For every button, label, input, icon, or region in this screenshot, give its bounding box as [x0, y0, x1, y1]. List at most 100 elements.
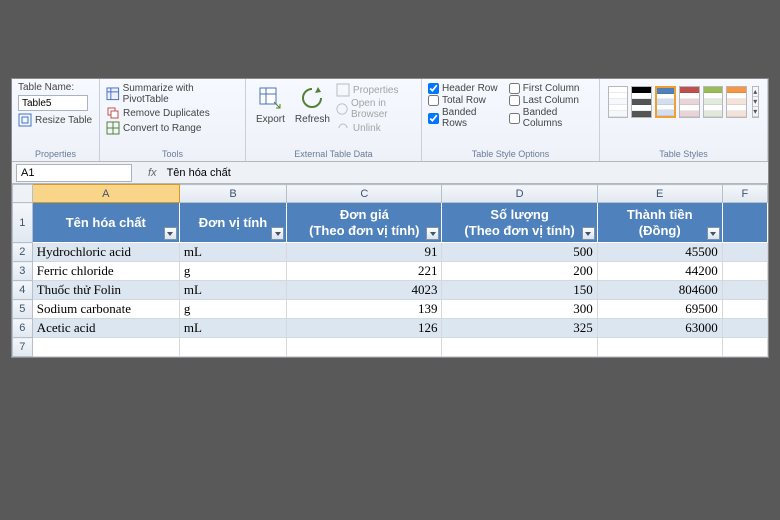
cell[interactable]: mL — [179, 319, 286, 338]
remove-duplicates-button[interactable]: Remove Duplicates — [106, 106, 239, 120]
cell[interactable]: 804600 — [597, 281, 722, 300]
resize-table-button[interactable]: Resize Table — [18, 113, 93, 127]
cell[interactable] — [32, 338, 179, 357]
banded-rows-checkbox[interactable]: Banded Rows — [428, 107, 499, 129]
export-button[interactable]: Export — [252, 82, 289, 136]
chevron-icon[interactable]: ▾ — [753, 97, 759, 107]
style-gallery-scroll[interactable]: ▴▾▾ — [752, 86, 760, 118]
cell[interactable]: 91 — [287, 243, 442, 262]
table-style-thumb[interactable] — [631, 86, 651, 118]
row-header[interactable]: 3 — [13, 262, 33, 281]
select-all-corner[interactable] — [13, 185, 33, 203]
table-style-thumb[interactable] — [655, 86, 676, 118]
cell[interactable]: mL — [179, 243, 286, 262]
cell[interactable]: 139 — [287, 300, 442, 319]
remove-dup-label: Remove Duplicates — [123, 108, 210, 119]
filter-icon[interactable] — [426, 227, 439, 240]
filter-icon[interactable] — [707, 227, 720, 240]
cell[interactable]: 221 — [287, 262, 442, 281]
header-row-label: Header Row — [442, 83, 498, 94]
row-header[interactable]: 5 — [13, 300, 33, 319]
banded-cols-label: Banded Columns — [523, 107, 593, 129]
cell[interactable]: 44200 — [597, 262, 722, 281]
table-header-cell[interactable]: Đơn vị tính — [179, 203, 286, 243]
banded-columns-checkbox[interactable]: Banded Columns — [509, 107, 593, 129]
cell[interactable]: mL — [179, 281, 286, 300]
column-header[interactable]: A — [32, 185, 179, 203]
table-style-thumb[interactable] — [703, 86, 723, 118]
table-name-input[interactable] — [18, 95, 88, 111]
convert-range-button[interactable]: Convert to Range — [106, 121, 239, 135]
cell[interactable]: 126 — [287, 319, 442, 338]
cell[interactable]: Acetic acid — [32, 319, 179, 338]
column-header[interactable]: D — [442, 185, 597, 203]
cell[interactable]: 200 — [442, 262, 597, 281]
cell[interactable]: g — [179, 262, 286, 281]
cell[interactable] — [722, 243, 767, 262]
formula-value: Tên hóa chất — [167, 167, 231, 179]
unlink-label: Unlink — [353, 123, 381, 134]
row-header[interactable]: 4 — [13, 281, 33, 300]
table-header-cell[interactable]: Đơn giá(Theo đơn vị tính) — [287, 203, 442, 243]
table-header-cell[interactable]: Thành tiền(Đồng) — [597, 203, 722, 243]
formula-input[interactable]: Tên hóa chất — [163, 167, 768, 179]
row-header[interactable]: 7 — [13, 338, 33, 357]
open-browser-label: Open in Browser — [351, 98, 415, 120]
cell[interactable]: Sodium carbonate — [32, 300, 179, 319]
refresh-button[interactable]: Refresh — [291, 82, 334, 136]
spreadsheet-grid[interactable]: ABCDEF 1Tên hóa chấtĐơn vị tínhĐơn giá(Th… — [12, 184, 768, 357]
total-row-checkbox[interactable]: Total Row — [428, 95, 499, 106]
table-header-cell[interactable] — [722, 203, 767, 243]
refresh-label: Refresh — [295, 114, 330, 125]
table-style-thumb[interactable] — [608, 86, 628, 118]
cell[interactable] — [722, 319, 767, 338]
table-style-thumb[interactable] — [726, 86, 746, 118]
column-header[interactable]: F — [722, 185, 767, 203]
cell[interactable] — [597, 338, 722, 357]
summarize-pivot-button[interactable]: Summarize with PivotTable — [106, 83, 239, 105]
cell[interactable]: g — [179, 300, 286, 319]
cell[interactable]: Thuốc thử Folin — [32, 281, 179, 300]
cell[interactable]: 325 — [442, 319, 597, 338]
row-header[interactable]: 2 — [13, 243, 33, 262]
cell[interactable]: Hydrochloric acid — [32, 243, 179, 262]
column-header[interactable]: E — [597, 185, 722, 203]
chevron-icon[interactable]: ▴ — [753, 87, 759, 97]
cell[interactable] — [442, 338, 597, 357]
filter-icon[interactable] — [582, 227, 595, 240]
filter-icon[interactable] — [164, 227, 177, 240]
cell[interactable] — [722, 262, 767, 281]
table-style-thumb[interactable] — [679, 86, 699, 118]
table-header-cell[interactable]: Tên hóa chất — [32, 203, 179, 243]
column-header[interactable]: C — [287, 185, 442, 203]
cell[interactable] — [722, 338, 767, 357]
fx-icon[interactable]: fx — [148, 167, 157, 179]
cell[interactable]: 500 — [442, 243, 597, 262]
row-header[interactable]: 6 — [13, 319, 33, 338]
ribbon-group-properties: Table Name: Resize Table Properties — [12, 79, 100, 161]
cell[interactable] — [722, 300, 767, 319]
header-row-checkbox[interactable]: Header Row — [428, 83, 499, 94]
cell[interactable]: 4023 — [287, 281, 442, 300]
table-styles-gallery: ▴▾▾ — [606, 82, 761, 148]
name-box[interactable]: A1 — [16, 164, 132, 182]
cell[interactable]: 300 — [442, 300, 597, 319]
cell[interactable]: Ferric chloride — [32, 262, 179, 281]
ribbon-group-tools: Summarize with PivotTable Remove Duplica… — [100, 79, 246, 161]
chevron-icon[interactable]: ▾ — [753, 107, 759, 117]
cell[interactable]: 150 — [442, 281, 597, 300]
cell[interactable] — [179, 338, 286, 357]
cell[interactable]: 45500 — [597, 243, 722, 262]
cell[interactable]: 69500 — [597, 300, 722, 319]
cell[interactable] — [722, 281, 767, 300]
cell[interactable] — [287, 338, 442, 357]
row-header[interactable]: 1 — [13, 203, 33, 243]
summarize-label: Summarize with PivotTable — [123, 83, 239, 105]
table-header-cell[interactable]: Số lượng(Theo đơn vị tính) — [442, 203, 597, 243]
column-header[interactable]: B — [179, 185, 286, 203]
export-label: Export — [256, 114, 285, 125]
filter-icon[interactable] — [271, 227, 284, 240]
first-column-checkbox[interactable]: First Column — [509, 83, 593, 94]
last-column-checkbox[interactable]: Last Column — [509, 95, 593, 106]
cell[interactable]: 63000 — [597, 319, 722, 338]
